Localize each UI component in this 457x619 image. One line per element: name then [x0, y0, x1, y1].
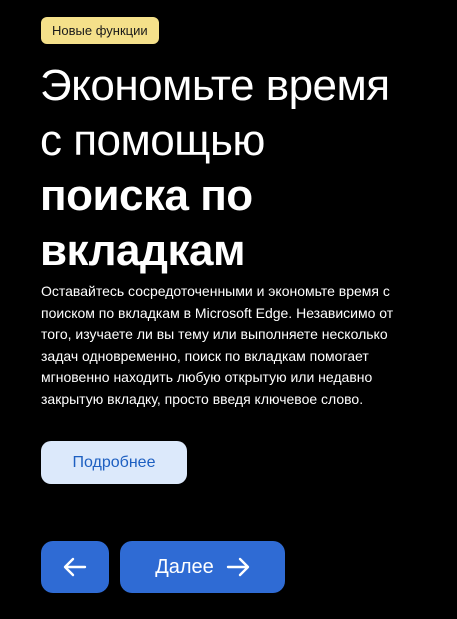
title-line-1: Экономьте время	[40, 61, 390, 110]
learn-more-button[interactable]: Подробнее	[41, 441, 187, 484]
page-title: Экономьте время с помощью поиска по вкла…	[40, 58, 440, 278]
new-features-badge: Новые функции	[41, 17, 159, 44]
back-button[interactable]	[41, 541, 109, 593]
arrow-left-icon	[63, 557, 87, 577]
next-button[interactable]: Далее	[120, 541, 285, 593]
arrow-right-icon	[226, 557, 250, 577]
feature-description: Оставайтесь сосредоточенными и экономьте…	[41, 283, 394, 407]
next-button-label: Далее	[155, 555, 214, 578]
title-line-3: поиска по	[40, 171, 253, 220]
title-line-2: с помощью	[40, 116, 265, 165]
title-line-4: вкладкам	[40, 226, 246, 275]
